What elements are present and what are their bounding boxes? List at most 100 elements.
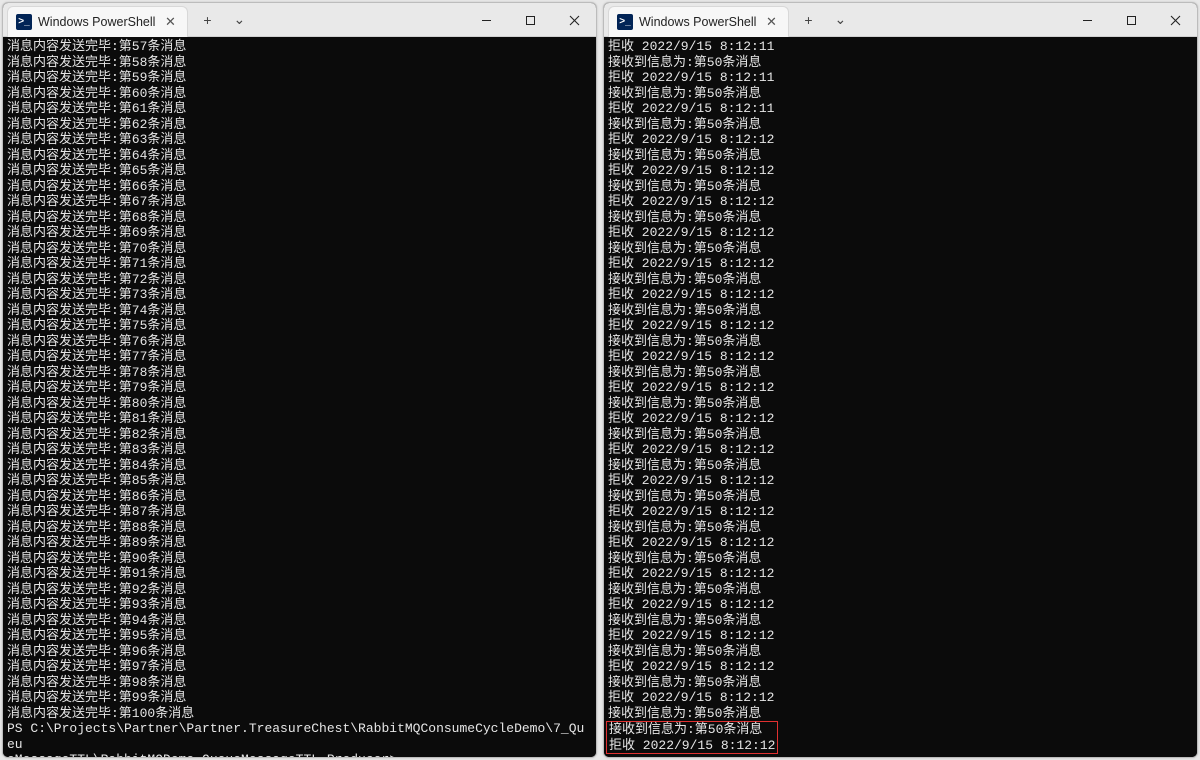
- tab-title: Windows PowerShell: [639, 15, 756, 29]
- terminal-window-right: >_ Windows PowerShell ✕ + ⌄ 拒收: [603, 2, 1198, 758]
- log-line: 接收到信息为:第50条消息: [608, 396, 1193, 412]
- close-window-button[interactable]: [1153, 3, 1197, 37]
- log-line: 消息内容发送完毕:第88条消息: [7, 520, 592, 536]
- log-line: 拒收 2022/9/15 8:12:12: [608, 566, 1193, 582]
- log-line: 接收到信息为:第50条消息: [608, 458, 1193, 474]
- log-line: 接收到信息为:第50条消息: [608, 148, 1193, 164]
- log-line: 消息内容发送完毕:第68条消息: [7, 210, 592, 226]
- log-line: 消息内容发送完毕:第89条消息: [7, 535, 592, 551]
- log-line: 消息内容发送完毕:第69条消息: [7, 225, 592, 241]
- log-line: 消息内容发送完毕:第99条消息: [7, 690, 592, 706]
- log-line: 消息内容发送完毕:第66条消息: [7, 179, 592, 195]
- log-line: 拒收 2022/9/15 8:12:12: [608, 690, 1193, 706]
- tab-close-button[interactable]: ✕: [161, 13, 179, 31]
- log-line: 消息内容发送完毕:第80条消息: [7, 396, 592, 412]
- log-line: 消息内容发送完毕:第92条消息: [7, 582, 592, 598]
- log-line: 接收到信息为:第50条消息: [608, 489, 1193, 505]
- maximize-button[interactable]: [1109, 3, 1153, 37]
- log-line: 消息内容发送完毕:第60条消息: [7, 86, 592, 102]
- log-line: 接收到信息为:第50条消息: [608, 613, 1193, 629]
- terminal-output-right[interactable]: 拒收 2022/9/15 8:12:11接收到信息为:第50条消息拒收 2022…: [604, 37, 1197, 757]
- close-window-button[interactable]: [552, 3, 596, 37]
- log-line: 接收到信息为:第50条消息: [608, 210, 1193, 226]
- prompt-line: PS C:\Projects\Partner\Partner.TreasureC…: [7, 721, 592, 752]
- log-line: 拒收 2022/9/15 8:12:12: [608, 132, 1193, 148]
- titlebar[interactable]: >_ Windows PowerShell ✕ + ⌄: [604, 3, 1197, 37]
- log-line: 拒收 2022/9/15 8:12:12: [609, 738, 775, 754]
- log-line: 消息内容发送完毕:第97条消息: [7, 659, 592, 675]
- log-line: 接收到信息为:第50条消息: [608, 86, 1193, 102]
- log-line: 消息内容发送完毕:第76条消息: [7, 334, 592, 350]
- log-line: 消息内容发送完毕:第94条消息: [7, 613, 592, 629]
- log-line: 消息内容发送完毕:第93条消息: [7, 597, 592, 613]
- tab-close-button[interactable]: ✕: [762, 13, 780, 31]
- titlebar-drag-area[interactable]: [254, 3, 464, 36]
- log-line: 接收到信息为:第50条消息: [608, 241, 1193, 257]
- log-line: 拒收 2022/9/15 8:12:12: [608, 411, 1193, 427]
- log-line: 接收到信息为:第50条消息: [608, 427, 1193, 443]
- tab-dropdown-button[interactable]: ⌄: [224, 6, 254, 34]
- maximize-button[interactable]: [508, 3, 552, 37]
- log-line: 消息内容发送完毕:第61条消息: [7, 101, 592, 117]
- log-line: 消息内容发送完毕:第87条消息: [7, 504, 592, 520]
- log-line: 拒收 2022/9/15 8:12:12: [608, 535, 1193, 551]
- log-line: 消息内容发送完毕:第57条消息: [7, 39, 592, 55]
- log-line: 接收到信息为:第50条消息: [608, 117, 1193, 133]
- titlebar[interactable]: >_ Windows PowerShell ✕ + ⌄: [3, 3, 596, 37]
- log-line: 拒收 2022/9/15 8:12:12: [608, 659, 1193, 675]
- log-line: 消息内容发送完毕:第96条消息: [7, 644, 592, 660]
- log-line: 接收到信息为:第50条消息: [608, 55, 1193, 71]
- minimize-button[interactable]: [464, 3, 508, 37]
- powershell-icon: >_: [617, 14, 633, 30]
- log-line: 接收到信息为:第50条消息: [608, 551, 1193, 567]
- log-line: 拒收 2022/9/15 8:12:11: [608, 39, 1193, 55]
- log-line: 消息内容发送完毕:第91条消息: [7, 566, 592, 582]
- log-line: 拒收 2022/9/15 8:12:12: [608, 318, 1193, 334]
- log-line: 接收到信息为:第50条消息: [608, 675, 1193, 691]
- log-line: 消息内容发送完毕:第95条消息: [7, 628, 592, 644]
- log-line: 拒收 2022/9/15 8:12:12: [608, 287, 1193, 303]
- log-line: 消息内容发送完毕:第81条消息: [7, 411, 592, 427]
- terminal-output-left[interactable]: 消息内容发送完毕:第57条消息消息内容发送完毕:第58条消息消息内容发送完毕:第…: [3, 37, 596, 757]
- log-line: 接收到信息为:第50条消息: [608, 365, 1193, 381]
- log-line: 消息内容发送完毕:第74条消息: [7, 303, 592, 319]
- titlebar-drag-area[interactable]: [855, 3, 1065, 36]
- new-tab-button[interactable]: +: [793, 6, 823, 34]
- log-line: 消息内容发送完毕:第58条消息: [7, 55, 592, 71]
- tab-dropdown-button[interactable]: ⌄: [825, 6, 855, 34]
- new-tab-button[interactable]: +: [192, 6, 222, 34]
- log-line: 拒收 2022/9/15 8:12:12: [608, 163, 1193, 179]
- log-line: 消息内容发送完毕:第63条消息: [7, 132, 592, 148]
- highlight-box: 接收到信息为:第50条消息拒收 2022/9/15 8:12:12: [606, 721, 778, 754]
- log-line: 接收到信息为:第50条消息: [608, 179, 1193, 195]
- log-line: 拒收 2022/9/15 8:12:12: [608, 442, 1193, 458]
- log-line: 消息内容发送完毕:第65条消息: [7, 163, 592, 179]
- log-line: 消息内容发送完毕:第85条消息: [7, 473, 592, 489]
- log-line: 消息内容发送完毕:第59条消息: [7, 70, 592, 86]
- log-line: 消息内容发送完毕:第78条消息: [7, 365, 592, 381]
- log-line: 拒收 2022/9/15 8:12:12: [608, 349, 1193, 365]
- log-line: 消息内容发送完毕:第62条消息: [7, 117, 592, 133]
- log-line: 接收到信息为:第50条消息: [608, 334, 1193, 350]
- log-line: 拒收 2022/9/15 8:12:11: [608, 70, 1193, 86]
- tab-powershell[interactable]: >_ Windows PowerShell ✕: [7, 6, 188, 37]
- log-line: 拒收 2022/9/15 8:12:12: [608, 225, 1193, 241]
- log-line: 消息内容发送完毕:第100条消息: [7, 706, 592, 722]
- powershell-icon: >_: [16, 14, 32, 30]
- log-line: 消息内容发送完毕:第73条消息: [7, 287, 592, 303]
- tab-title: Windows PowerShell: [38, 15, 155, 29]
- log-line: 消息内容发送完毕:第67条消息: [7, 194, 592, 210]
- tab-powershell[interactable]: >_ Windows PowerShell ✕: [608, 6, 789, 37]
- log-line: 拒收 2022/9/15 8:12:12: [608, 380, 1193, 396]
- prompt-line: eMessageTTL\RabbitMQDemo.QueueMessageTTL…: [7, 752, 592, 757]
- log-line: 消息内容发送完毕:第90条消息: [7, 551, 592, 567]
- log-line: 拒收 2022/9/15 8:12:12: [608, 473, 1193, 489]
- log-line: 拒收 2022/9/15 8:12:12: [608, 504, 1193, 520]
- log-line: 消息内容发送完毕:第82条消息: [7, 427, 592, 443]
- log-line: 拒收 2022/9/15 8:12:12: [608, 256, 1193, 272]
- log-line: 消息内容发送完毕:第83条消息: [7, 442, 592, 458]
- log-line: 接收到信息为:第50条消息: [608, 582, 1193, 598]
- minimize-button[interactable]: [1065, 3, 1109, 37]
- log-line: 消息内容发送完毕:第79条消息: [7, 380, 592, 396]
- log-line: 接收到信息为:第50条消息: [609, 722, 775, 738]
